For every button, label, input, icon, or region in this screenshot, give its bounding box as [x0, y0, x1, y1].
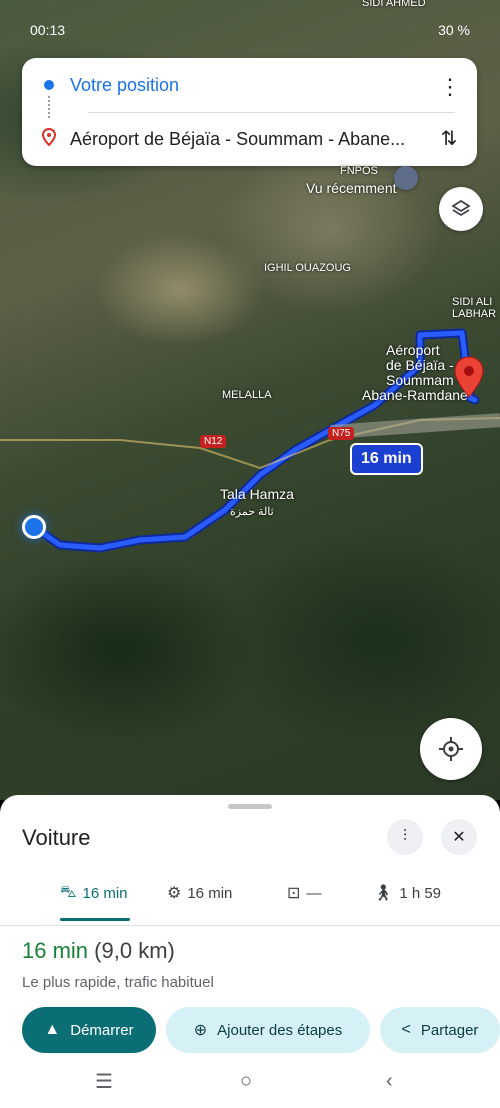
- travel-mode-title: Voiture: [22, 825, 91, 850]
- tab-car-label: 16 min: [82, 884, 128, 902]
- map-label: SIDI ALI LABHAR: [452, 296, 497, 320]
- divider: [88, 112, 455, 113]
- crosshair-icon: [439, 737, 463, 761]
- directions-card: Votre position Aéroport de Béjaïa - Soum…: [22, 58, 477, 166]
- system-nav-bar: ☰ ○ ‹: [0, 1055, 500, 1108]
- sliders-icon: ⫶: [402, 828, 407, 845]
- layers-button[interactable]: [439, 187, 483, 231]
- map-label: SIDI AHMED: [362, 0, 426, 9]
- swap-icon[interactable]: ⇅: [437, 126, 461, 151]
- back-icon[interactable]: ‹: [386, 1070, 393, 1093]
- origin-text: Votre position: [70, 74, 180, 95]
- add-location-icon: ⊕: [193, 1022, 208, 1039]
- destination-text: Aéroport de Béjaïa - Soummam - Abane...: [70, 128, 406, 149]
- map-label: ثالة حمزة: [230, 506, 274, 518]
- layers-icon: [451, 199, 471, 217]
- map-view[interactable]: 00:13 30 % SIDI AHMED Votre position Aér…: [0, 0, 500, 800]
- map-label: Soummam -: [386, 372, 463, 388]
- share-icon: <: [401, 1021, 411, 1038]
- close-icon: ✕: [452, 829, 466, 846]
- route-duration-badge[interactable]: 16 min: [350, 443, 423, 475]
- destination-field[interactable]: Aéroport de Béjaïa - Soummam - Abane...: [22, 114, 477, 164]
- map-label: de Béjaïa -: [386, 357, 454, 373]
- tab-car[interactable]: ⛍ 16 min: [60, 865, 128, 921]
- start-button[interactable]: ▲ Démarrer: [22, 1007, 156, 1053]
- origin-field[interactable]: Votre position: [22, 60, 477, 110]
- car-icon: ⛍: [60, 884, 77, 901]
- tab-transit-label: —: [306, 884, 322, 902]
- close-button[interactable]: ✕: [441, 819, 477, 855]
- route-time: 16 min: [22, 938, 89, 963]
- tab-walk-label: 1 h 59: [399, 884, 442, 902]
- destination-marker-icon[interactable]: [454, 356, 484, 403]
- navigation-arrow-icon: ▲: [44, 1021, 61, 1038]
- road-badge: N75: [328, 427, 355, 440]
- add-stops-button[interactable]: ⊕ Ajouter des étapes: [166, 1007, 370, 1053]
- drag-handle[interactable]: [228, 804, 272, 809]
- route-summary: 16 min (9,0 km): [22, 938, 175, 964]
- map-label: IGHIL OUAZOUG: [264, 262, 351, 274]
- add-stops-label: Ajouter des étapes: [217, 1021, 343, 1039]
- share-button[interactable]: < Partager: [380, 1007, 500, 1053]
- origin-dot-icon: [44, 80, 54, 90]
- recent-place-marker-icon[interactable]: [394, 166, 418, 190]
- tab-walk[interactable]: 🚶︎ 1 h 59: [373, 865, 441, 921]
- train-icon: ⊡: [287, 885, 301, 902]
- recent-apps-icon[interactable]: ☰: [95, 1069, 113, 1094]
- start-label: Démarrer: [70, 1021, 134, 1039]
- route-description: Le plus rapide, trafic habituel: [22, 974, 214, 991]
- recenter-button[interactable]: [420, 718, 482, 780]
- share-label: Partager: [420, 1021, 479, 1039]
- map-label: Vu récemment: [306, 180, 397, 196]
- road-badge: N12: [200, 435, 227, 448]
- map-label: Abane-Ramdane: [362, 387, 468, 403]
- motorcycle-icon: ⚙: [167, 885, 182, 902]
- home-icon[interactable]: ○: [240, 1070, 252, 1093]
- directions-sheet: Voiture ⫶ ✕ ⛍ 16 min ⚙ 16 min ⊡ — 🚶︎ 1 h…: [0, 795, 500, 1108]
- travel-mode-tabs: ⛍ 16 min ⚙ 16 min ⊡ — 🚶︎ 1 h 59: [0, 865, 500, 926]
- battery-level: 30 %: [438, 22, 470, 38]
- current-location-dot-icon: [22, 515, 46, 539]
- map-label: Tala Hamza: [220, 486, 294, 502]
- tab-transit[interactable]: ⊡ —: [287, 865, 321, 921]
- walk-icon: 🚶︎: [373, 885, 394, 902]
- action-buttons: ▲ Démarrer ⊕ Ajouter des étapes < Partag…: [0, 1007, 500, 1055]
- status-time: 00:13: [30, 22, 66, 38]
- route-distance: (9,0 km): [94, 938, 175, 963]
- active-tab-indicator: [60, 918, 130, 921]
- route-options-button[interactable]: ⫶: [387, 819, 423, 855]
- map-label: Aéroport: [386, 342, 440, 358]
- destination-pin-icon: [41, 127, 57, 151]
- tab-motorcycle-label: 16 min: [187, 884, 233, 902]
- map-label: MELALLA: [222, 389, 272, 401]
- map-label: FNPOS: [340, 165, 378, 177]
- more-options-icon[interactable]: ⋮: [439, 74, 461, 100]
- tab-motorcycle[interactable]: ⚙ 16 min: [167, 865, 232, 921]
